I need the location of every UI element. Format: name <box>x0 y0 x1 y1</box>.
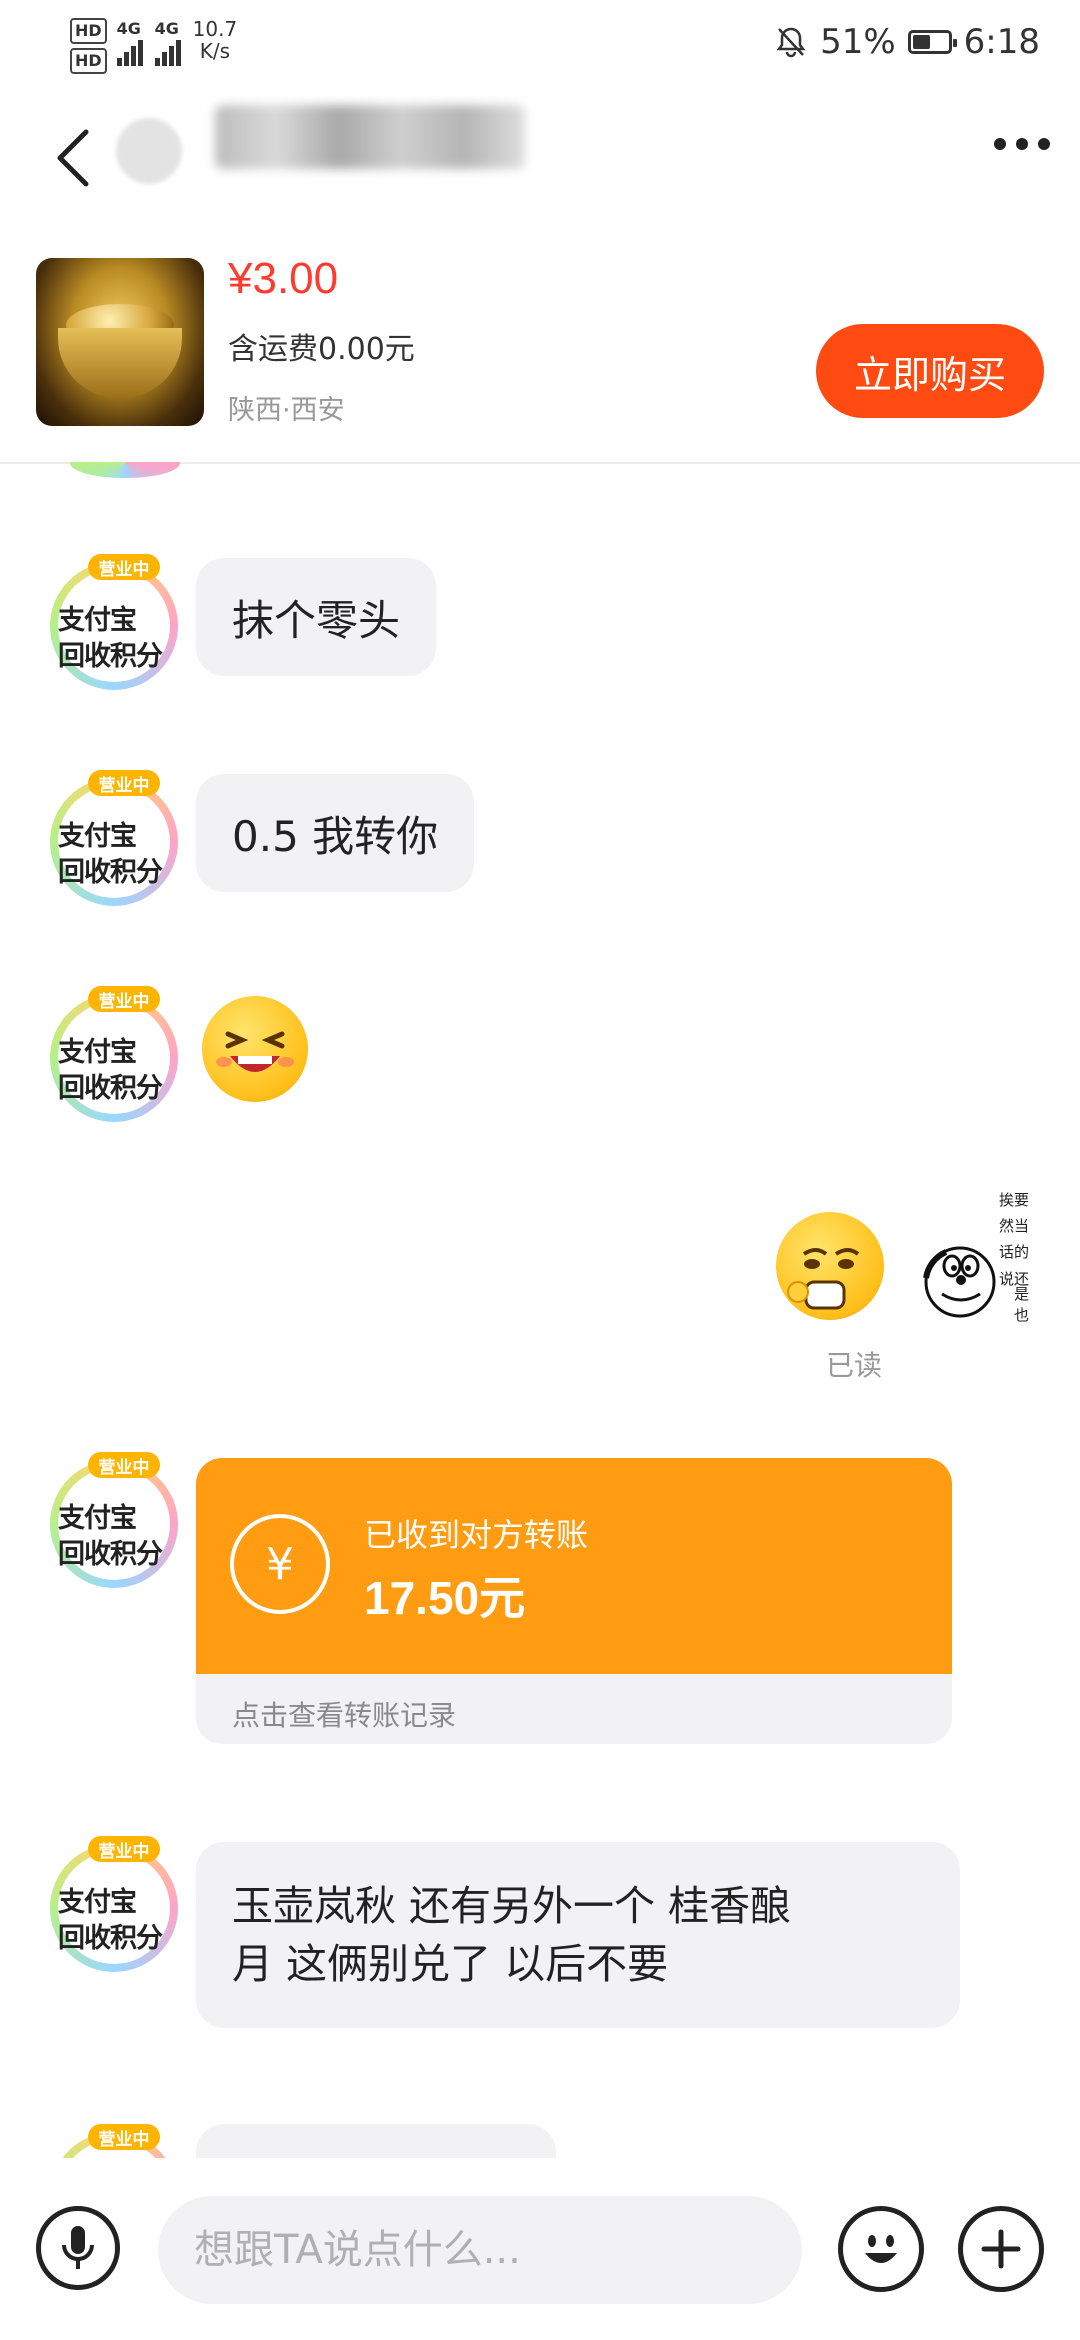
message-line: 玉壶岚秋 还有另外一个 桂香酿 <box>232 1882 792 1930</box>
yuan-exchange-icon: ¥ <box>230 1514 330 1614</box>
contact-name-blurred <box>215 105 525 169</box>
avatar-line2: 回收积分 <box>58 1073 163 1104</box>
product-image[interactable] <box>36 258 204 426</box>
avatar-line1: 支付宝 <box>58 1503 137 1534</box>
doraemon-sticker[interactable]: 要挨 当然 的话 还是说 也 <box>908 1192 1030 1322</box>
emoji-button[interactable] <box>838 2206 924 2292</box>
avatar-badge: 营业中 <box>88 1836 160 1862</box>
smiley-icon <box>865 2235 897 2263</box>
dot-icon <box>994 138 1006 150</box>
avatar-badge: 营业中 <box>88 986 160 1012</box>
hd-badge-2: HD <box>70 48 107 74</box>
microphone-icon <box>62 2226 94 2269</box>
avatar-line1: 支付宝 <box>58 1887 137 1918</box>
transfer-amount: 17.50元 <box>364 1572 526 1624</box>
product-price: ¥3.00 <box>228 254 339 303</box>
sipping-face-icon <box>787 1248 860 1310</box>
sender-avatar[interactable]: 营业中 <box>44 2122 184 2158</box>
more-options-button[interactable] <box>994 138 1050 150</box>
signal-1: 4G <box>116 18 145 70</box>
plus-icon <box>981 2229 1021 2269</box>
transfer-record-link[interactable]: 点击查看转账记录 <box>232 1694 456 1734</box>
avatar-line1: 支付宝 <box>58 1037 137 1068</box>
laughing-emoji-icon[interactable] <box>202 996 308 1102</box>
contact-avatar[interactable] <box>116 118 182 184</box>
sipping-emoji-icon[interactable] <box>776 1212 884 1320</box>
status-right: 51% 6:18 <box>774 22 1040 62</box>
bell-muted-icon <box>776 27 806 58</box>
signal-bars-icon <box>154 40 183 70</box>
avatar-partial-top <box>70 462 180 478</box>
transfer-title: 已收到对方转账 <box>364 1516 589 1554</box>
sender-avatar[interactable]: 营业中 支付宝 回收积分 <box>44 1450 184 1590</box>
signal-bars-icon <box>116 40 145 70</box>
product-shipping: 含运费0.00元 <box>228 332 415 367</box>
clock: 6:18 <box>963 22 1040 62</box>
signal-2: 4G <box>154 18 183 70</box>
avatar-badge: 营业中 <box>88 554 160 580</box>
net-speed-value: 10.7 <box>192 17 238 41</box>
treasure-bowl <box>58 328 182 398</box>
status-left: HD HD 4G 4G 10.7 K/s <box>70 18 237 74</box>
sim-indicators: HD HD <box>70 18 107 74</box>
hd-badge-1: HD <box>70 18 107 44</box>
message-bubble[interactable]: 抹个零头 <box>196 558 437 676</box>
message-bubble[interactable]: 0.5 我转你 <box>196 774 475 892</box>
chevron-left-icon <box>57 129 89 187</box>
avatar-line1: 支付宝 <box>58 821 137 852</box>
product-location: 陕西·西安 <box>228 395 345 426</box>
sticker-text-col: 要挨 <box>997 1192 1030 1207</box>
net-speed: 10.7 K/s <box>193 18 238 62</box>
net-type-2: 4G <box>154 19 179 38</box>
sender-avatar[interactable]: 营业中 支付宝 回收积分 <box>44 1834 184 1974</box>
message-bubble[interactable] <box>196 2124 556 2158</box>
status-bar: HD HD 4G 4G 10.7 K/s 51% 6:18 <box>0 0 1080 90</box>
message-input[interactable] <box>158 2196 802 2304</box>
laughing-face-icon <box>216 1031 294 1072</box>
sticker-text-col: 当然 <box>997 1218 1030 1234</box>
battery-icon <box>907 30 957 54</box>
dot-icon <box>1038 138 1050 150</box>
dot-icon <box>1016 138 1028 150</box>
sender-avatar[interactable]: 营业中 支付宝 回收积分 <box>44 768 184 908</box>
transfer-card[interactable]: ¥ 已收到对方转账 17.50元 点击查看转账记录 <box>196 1458 952 1744</box>
sender-avatar[interactable]: 营业中 支付宝 回收积分 <box>44 552 184 692</box>
battery-percent: 51% <box>820 22 896 62</box>
avatar-badge: 营业中 <box>88 2124 160 2150</box>
back-button[interactable] <box>52 128 96 188</box>
buy-now-button[interactable]: 立即购买 <box>816 324 1044 418</box>
net-speed-unit: K/s <box>199 39 231 63</box>
avatar-line2: 回收积分 <box>58 1923 163 1954</box>
avatar-line2: 回收积分 <box>58 1539 163 1570</box>
avatar-badge: 营业中 <box>88 1452 160 1478</box>
avatar-line1: 支付宝 <box>58 605 137 636</box>
net-type-1: 4G <box>116 19 141 38</box>
doraemon-face-icon <box>923 1246 996 1318</box>
voice-button[interactable] <box>36 2206 120 2290</box>
avatar-line2: 回收积分 <box>58 857 163 888</box>
sender-avatar[interactable]: 营业中 支付宝 回收积分 <box>44 984 184 1124</box>
read-receipt: 已读 <box>826 1349 883 1382</box>
avatar-line2: 回收积分 <box>58 641 163 672</box>
avatar-badge: 营业中 <box>88 770 160 796</box>
partial-message-row: 营业中 <box>0 2114 1080 2158</box>
message-bubble[interactable]: 玉壶岚秋 还有另外一个 桂香酿 月 这俩别兑了 以后不要 <box>196 1842 960 2028</box>
more-actions-button[interactable] <box>958 2206 1044 2292</box>
message-line: 月 这俩别兑了 以后不要 <box>232 1940 669 1988</box>
